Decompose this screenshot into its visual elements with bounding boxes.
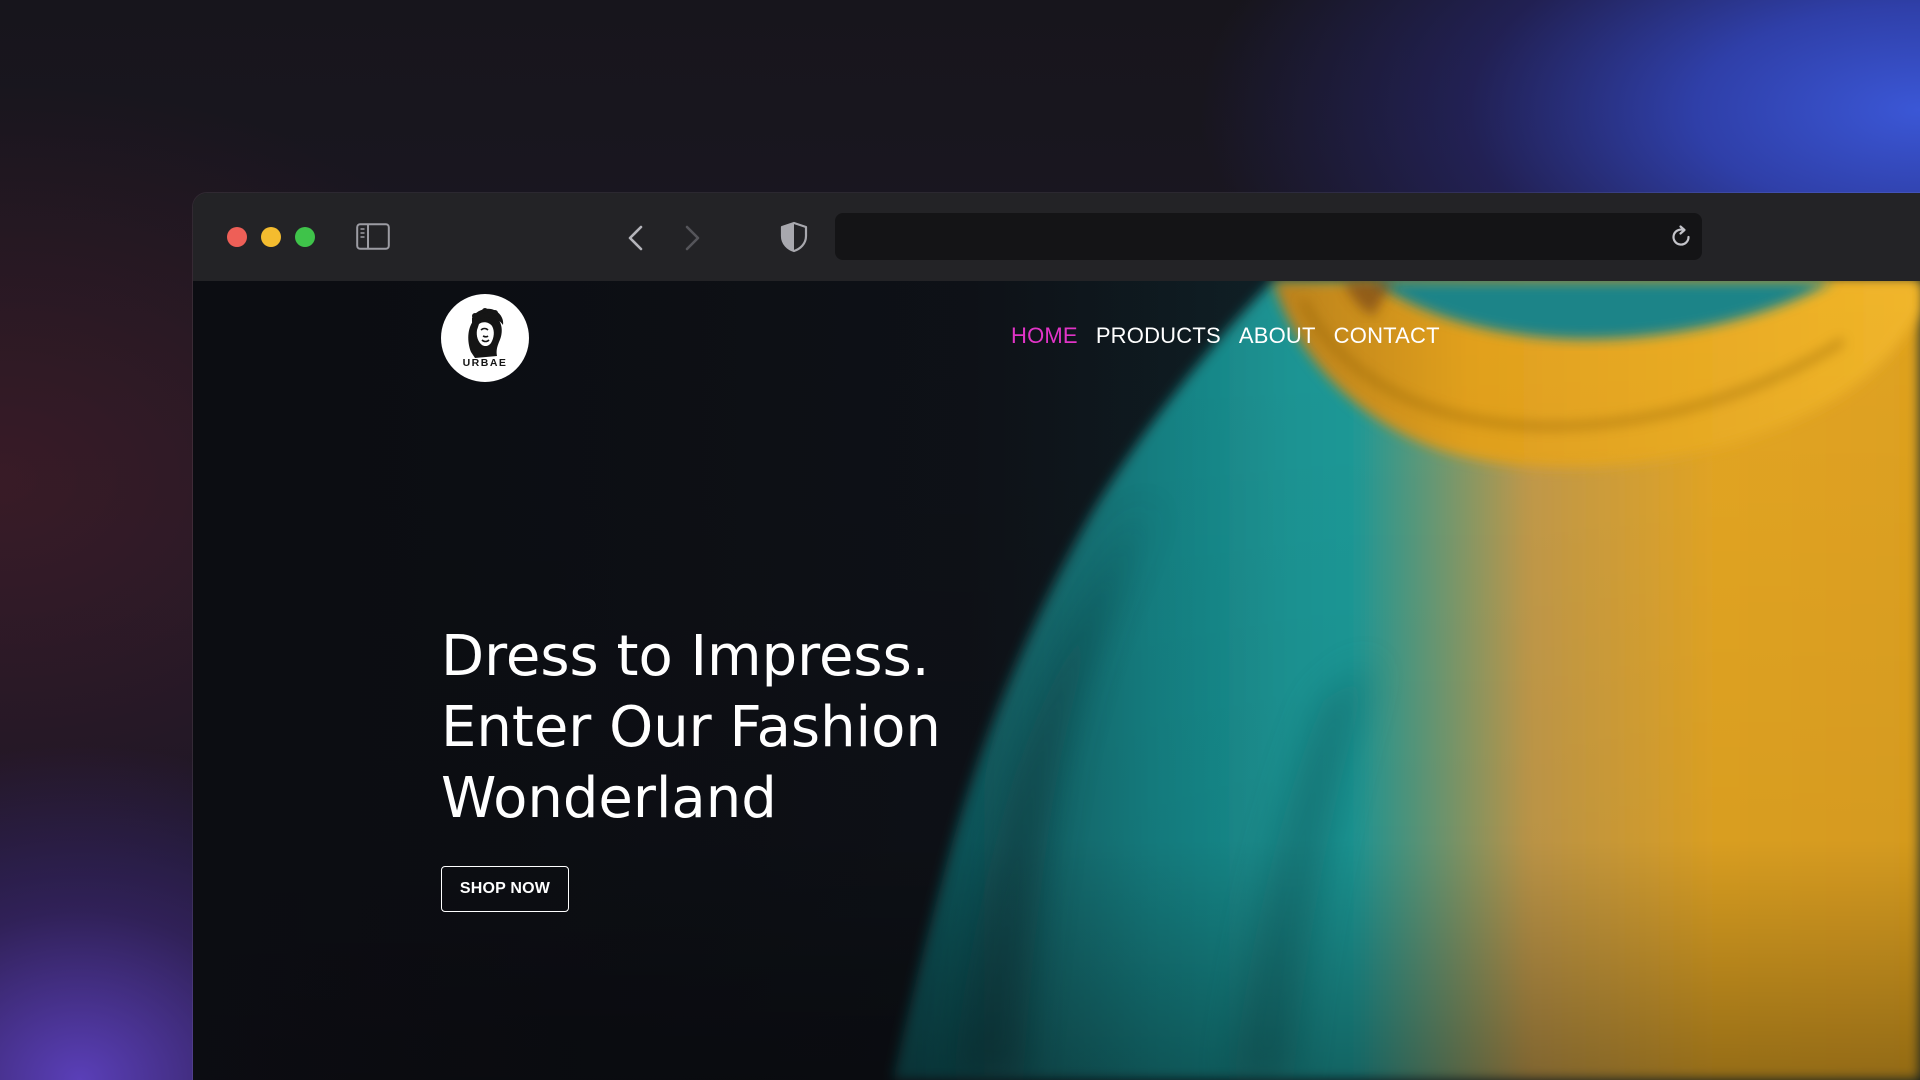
- brand-logo[interactable]: URBAE: [441, 294, 529, 382]
- nav-item-products[interactable]: PRODUCTS: [1096, 323, 1221, 349]
- browser-toolbar: [193, 193, 1920, 282]
- window-maximize-button[interactable]: [295, 227, 315, 247]
- hero-headline-line-3: Wonderland: [441, 766, 777, 831]
- nav-item-contact[interactable]: CONTACT: [1334, 323, 1440, 349]
- hero-headline: Dress to Impress. Enter Our Fashion Wond…: [441, 621, 1141, 834]
- hero-headline-line-2: Enter Our Fashion: [441, 695, 941, 760]
- browser-window: URBAE HOME PRODUCTS ABOUT CONTACT Dress …: [193, 193, 1920, 1080]
- window-close-button[interactable]: [227, 227, 247, 247]
- web-page: URBAE HOME PRODUCTS ABOUT CONTACT Dress …: [193, 281, 1920, 1080]
- reload-icon[interactable]: [1669, 224, 1693, 250]
- window-minimize-button[interactable]: [261, 227, 281, 247]
- hero-headline-line-1: Dress to Impress.: [441, 624, 930, 689]
- sidebar-icon[interactable]: [356, 223, 390, 250]
- main-nav: HOME PRODUCTS ABOUT CONTACT: [1011, 323, 1458, 349]
- nav-item-about[interactable]: ABOUT: [1239, 323, 1316, 349]
- shop-now-button[interactable]: SHOP NOW: [441, 866, 569, 912]
- shield-icon[interactable]: [779, 221, 809, 253]
- nav-item-home[interactable]: HOME: [1011, 323, 1078, 349]
- chevron-right-icon[interactable]: [679, 223, 705, 253]
- logo-wordmark: URBAE: [463, 357, 508, 369]
- chevron-left-icon[interactable]: [623, 223, 649, 253]
- address-bar-input[interactable]: [835, 213, 1702, 260]
